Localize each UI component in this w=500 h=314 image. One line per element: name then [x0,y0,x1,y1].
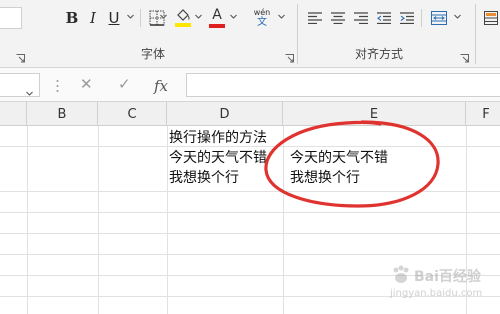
cell-d1[interactable]: 换行操作的方法 [169,127,267,147]
align-center-icon [331,12,345,24]
chevron-down-icon[interactable] [454,13,461,20]
insert-function-button[interactable]: fx [154,77,168,95]
cancel-button[interactable]: ✕ [80,75,93,93]
dialog-launcher-icon[interactable] [460,48,469,63]
conditional-format-button[interactable] [482,6,500,30]
ribbon: B I U A wén 文 字体 对齐方式 [0,0,500,68]
select-all-corner[interactable] [0,102,27,126]
gridline [0,212,500,213]
align-right-icon [354,12,368,24]
column-header-f[interactable]: F [466,102,500,126]
bold-button[interactable]: B [62,6,82,30]
phonetic-guide-button[interactable]: wén 文 [250,6,274,30]
font-group-label: 字体 [141,47,166,61]
column-header-b[interactable]: B [27,102,98,126]
gridline [0,233,500,234]
chevron-down-icon[interactable] [195,13,202,20]
name-box[interactable] [0,73,40,97]
watermark-url: jingyan.baidu.com [390,288,483,299]
phonetic-top-text: wén [253,8,271,17]
italic-button[interactable]: I [83,6,103,30]
align-left-icon [308,12,322,24]
gridline [27,126,28,314]
fill-color-button[interactable] [172,6,194,30]
alignment-group-label: 对齐方式 [355,47,404,61]
formula-input[interactable] [186,73,500,97]
group-divider [297,4,298,64]
watermark-text: Bai百经验 [414,269,481,285]
red-ellipse-annotation [264,120,440,208]
decrease-indent-icon [377,12,391,24]
cell-d3[interactable]: 我想换个行 [169,167,239,187]
chevron-down-icon[interactable] [278,13,285,20]
phonetic-bottom-text: 文 [257,17,267,28]
dialog-launcher-icon[interactable] [16,48,25,63]
chevron-down-icon[interactable] [160,13,167,20]
decrease-indent-button[interactable] [374,6,394,30]
dialog-launcher-icon[interactable] [285,48,294,63]
font-size-box-edge[interactable] [0,7,22,29]
formula-bar: ✕ ✓ fx [0,68,500,102]
merge-center-button[interactable] [428,6,450,30]
align-left-button[interactable] [305,6,325,30]
column-header-c[interactable]: C [98,102,167,126]
divider [421,9,422,27]
underline-button[interactable]: U [104,6,124,30]
merge-cells-icon [431,11,447,25]
font-color-letter: A [212,6,222,23]
gridline [167,126,168,314]
gridline [0,254,500,255]
gridline [98,126,99,314]
increase-indent-button[interactable] [397,6,417,30]
font-color-button[interactable]: A [206,6,228,30]
align-center-button[interactable] [328,6,348,30]
chevron-down-icon[interactable] [230,13,237,20]
enter-button[interactable]: ✓ [118,75,131,93]
cell-d2[interactable]: 今天的天气不错 [169,147,267,167]
baidu-paw-icon [393,265,409,283]
increase-indent-icon [400,12,414,24]
table-style-icon [484,11,498,25]
align-right-button[interactable] [351,6,371,30]
baidu-jingyan-watermark: Bai百经验 jingyan.baidu.com [384,262,496,302]
group-divider [475,4,476,64]
name-box-dropdown[interactable] [26,82,33,96]
chevron-down-icon[interactable] [127,13,134,20]
font-color-swatch [209,23,225,28]
divider [140,9,141,27]
paint-bucket-icon [177,9,190,21]
highlight-color-swatch [175,23,191,27]
splitter-handle[interactable] [56,78,59,92]
